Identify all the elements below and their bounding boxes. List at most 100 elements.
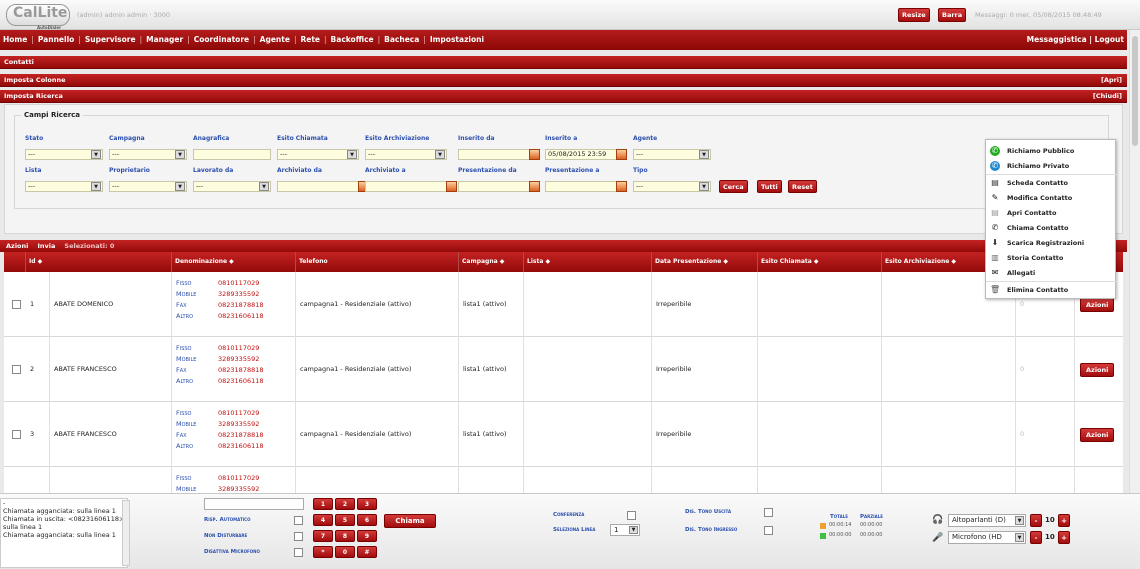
- chevron-down-icon[interactable]: ▼: [175, 182, 185, 191]
- mic-select[interactable]: Microfono (HD ▼: [948, 531, 1026, 544]
- context-item-0[interactable]: ✆ Richiamo Pubblico: [986, 144, 1117, 158]
- auto-answer-checkbox[interactable]: [294, 516, 303, 525]
- keypad-key-11[interactable]: #: [357, 546, 377, 558]
- search-field-1-4[interactable]: [365, 181, 447, 192]
- chevron-down-icon[interactable]: ▼: [347, 150, 357, 159]
- row-azioni-button[interactable]: Azioni: [1080, 298, 1115, 312]
- vertical-scrollbar[interactable]: [1129, 30, 1140, 493]
- keypad-key-4[interactable]: 5: [335, 514, 355, 526]
- invia-menu[interactable]: Invia: [37, 242, 55, 250]
- menu-item-1[interactable]: Pannello: [38, 35, 74, 44]
- menu-item-7[interactable]: Backoffice: [331, 35, 374, 44]
- azioni-menu[interactable]: Azioni: [6, 242, 28, 250]
- speaker-select[interactable]: Altoparlanti (D) ▼: [948, 514, 1026, 527]
- keypad-key-10[interactable]: 0: [335, 546, 355, 558]
- chevron-down-icon[interactable]: ▼: [699, 150, 709, 159]
- phone-number[interactable]: 0810117029: [218, 474, 259, 482]
- context-item-9[interactable]: 🗑 Elimina Contatto: [986, 283, 1117, 297]
- phone-number[interactable]: 0810117029: [218, 344, 259, 352]
- phone-number[interactable]: 0810117029: [218, 409, 259, 417]
- chevron-down-icon[interactable]: ▼: [175, 150, 185, 159]
- phone-number[interactable]: 3289335592: [218, 420, 259, 428]
- menu-item-6[interactable]: Rete: [300, 35, 320, 44]
- phone-number[interactable]: 08231606118: [218, 312, 264, 320]
- calendar-icon[interactable]: [529, 149, 540, 160]
- context-item-7[interactable]: ▥ Storia Contatto: [986, 251, 1117, 265]
- col-header-1[interactable]: Denominazione ◆: [172, 252, 296, 272]
- row-azioni-button[interactable]: Azioni: [1080, 363, 1115, 377]
- tutti-button[interactable]: Tutti: [757, 180, 782, 193]
- chevron-down-icon[interactable]: ▼: [91, 150, 101, 159]
- keypad-key-2[interactable]: 3: [357, 498, 377, 510]
- imposta-ricerca-header[interactable]: Imposta Ricerca [Chiudi]: [0, 90, 1127, 103]
- speaker-vol-down[interactable]: -: [1030, 514, 1042, 527]
- conferenza-checkbox[interactable]: [627, 511, 636, 520]
- keypad-key-9[interactable]: *: [313, 546, 333, 558]
- col-header-4[interactable]: Lista ◆: [524, 252, 652, 272]
- phone-number[interactable]: 0810117029: [218, 279, 259, 287]
- keypad-key-8[interactable]: 9: [357, 530, 377, 542]
- dis-tono-ingresso-checkbox[interactable]: [764, 526, 773, 535]
- phone-number[interactable]: 08231878818: [218, 431, 264, 439]
- phone-number[interactable]: 3289335592: [218, 485, 259, 493]
- phone-number[interactable]: 08231878818: [218, 301, 264, 309]
- search-field-1-3[interactable]: [277, 181, 359, 192]
- phone-number[interactable]: 08231878818: [218, 366, 264, 374]
- chiama-button[interactable]: Chiama: [384, 514, 436, 528]
- calendar-icon[interactable]: [616, 149, 627, 160]
- col-header-2[interactable]: Telefono: [296, 252, 459, 272]
- search-field-0-2[interactable]: [193, 149, 271, 160]
- context-item-8[interactable]: ✉ Allegati: [986, 266, 1117, 280]
- mute-checkbox[interactable]: [294, 548, 303, 557]
- search-field-0-6[interactable]: 05/08/2015 23:59: [545, 149, 617, 160]
- menu-item-5[interactable]: Agente: [260, 35, 290, 44]
- chevron-down-icon[interactable]: ▼: [699, 182, 709, 191]
- phone-number[interactable]: 3289335592: [218, 290, 259, 298]
- search-field-1-5[interactable]: [458, 181, 530, 192]
- keypad-key-6[interactable]: 7: [313, 530, 333, 542]
- calendar-icon[interactable]: [529, 181, 540, 192]
- phone-number[interactable]: 08231606118: [218, 377, 264, 385]
- mic-vol-down[interactable]: -: [1030, 531, 1042, 544]
- dis-tono-uscita-checkbox[interactable]: [764, 508, 773, 517]
- keypad-key-0[interactable]: 1: [313, 498, 333, 510]
- speaker-vol-up[interactable]: +: [1058, 514, 1070, 527]
- col-header-6[interactable]: Esito Chiamata ◆: [758, 252, 882, 272]
- keypad-key-1[interactable]: 2: [335, 498, 355, 510]
- keypad-key-3[interactable]: 4: [313, 514, 333, 526]
- barra-button[interactable]: Barra: [938, 8, 967, 22]
- col-header-3[interactable]: Campagna ◆: [459, 252, 524, 272]
- chevron-down-icon[interactable]: ▼: [91, 182, 101, 191]
- context-item-3[interactable]: ✎ Modifica Contatto: [986, 191, 1117, 205]
- resize-button[interactable]: Resize: [898, 8, 930, 22]
- dial-input[interactable]: [204, 498, 304, 510]
- calendar-icon[interactable]: [446, 181, 457, 192]
- phone-number[interactable]: 3289335592: [218, 355, 259, 363]
- context-item-4[interactable]: ▤ Apri Contatto: [986, 206, 1117, 220]
- context-item-1[interactable]: ✆ Richiamo Privato: [986, 159, 1117, 173]
- menu-item-8[interactable]: Bacheca: [384, 35, 419, 44]
- menu-item-9[interactable]: Impostazioni: [430, 35, 484, 44]
- menu-item-2[interactable]: Supervisore: [85, 35, 136, 44]
- context-item-5[interactable]: ✆ Chiama Contatto: [986, 221, 1117, 235]
- chevron-down-icon[interactable]: ▼: [259, 182, 269, 191]
- menu-item-0[interactable]: Home: [3, 35, 27, 44]
- search-field-0-5[interactable]: [458, 149, 530, 160]
- menu-item-4[interactable]: Coordinatore: [194, 35, 249, 44]
- keypad-key-5[interactable]: 6: [357, 514, 377, 526]
- keypad-key-7[interactable]: 8: [335, 530, 355, 542]
- search-field-1-6[interactable]: [545, 181, 617, 192]
- cerca-button[interactable]: Cerca: [719, 180, 748, 193]
- call-log-scrollbar[interactable]: [122, 500, 130, 566]
- reset-button[interactable]: Reset: [788, 180, 817, 193]
- menu-right-links[interactable]: Messaggistica | Logout: [1027, 30, 1124, 50]
- phone-number[interactable]: 08231606118: [218, 442, 264, 450]
- mic-vol-up[interactable]: +: [1058, 531, 1070, 544]
- col-header-5[interactable]: Data Presentazione ◆: [652, 252, 758, 272]
- calendar-icon[interactable]: [616, 181, 627, 192]
- menu-item-3[interactable]: Manager: [146, 35, 183, 44]
- col-header-0[interactable]: Id ◆: [26, 252, 172, 272]
- chevron-down-icon[interactable]: ▼: [435, 150, 445, 159]
- line-select[interactable]: 1 ▼: [610, 524, 640, 536]
- dnd-checkbox[interactable]: [294, 532, 303, 541]
